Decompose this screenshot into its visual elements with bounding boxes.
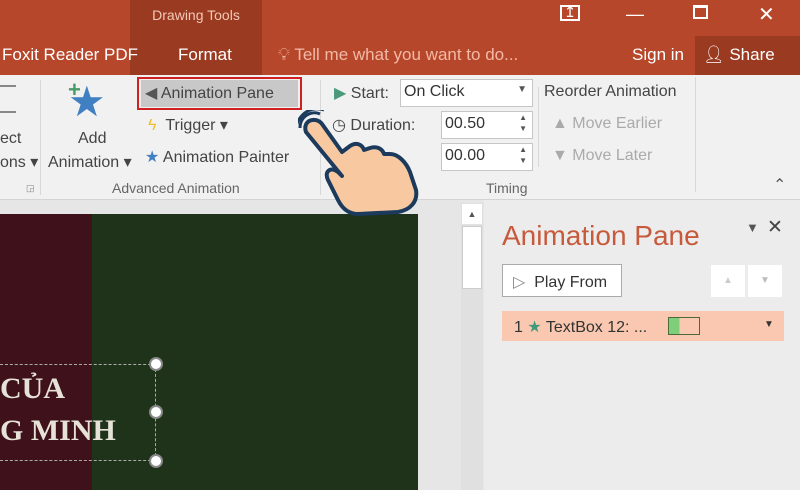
tab-format[interactable]: Format <box>178 45 232 65</box>
slide-text-line-2: G MINH <box>0 414 116 447</box>
reorder-animation-label: Reorder Animation <box>544 83 677 100</box>
item-order: 1 <box>514 319 523 336</box>
animation-pane-title: Animation Pane <box>502 220 700 251</box>
animation-pane-icon: ◀ <box>145 85 158 102</box>
pane-options-icon[interactable]: ▼ <box>746 220 759 235</box>
tell-me-search[interactable]: 💡︎ Tell me what you want to do... <box>278 45 518 65</box>
move-up-button[interactable]: ▲ <box>711 265 745 297</box>
minimize-icon[interactable]: — <box>626 4 644 25</box>
sign-in-link[interactable]: Sign in <box>632 45 684 65</box>
add-animation-button[interactable]: Animation ▾ <box>48 152 132 172</box>
divider <box>538 87 539 167</box>
lightning-icon: ϟ <box>148 117 157 134</box>
chevron-down-icon: ▼ <box>517 84 527 95</box>
slide-text-line-1: CỦA <box>0 372 65 405</box>
drawing-tools-label: Drawing Tools <box>152 7 240 23</box>
lightbulb-icon: 💡︎ <box>278 45 290 64</box>
divider <box>40 80 41 195</box>
close-icon[interactable]: ✕ <box>758 2 775 27</box>
start-dropdown[interactable]: On Click ▼ <box>400 79 533 107</box>
timing-group-label: Timing <box>486 180 528 196</box>
effect-options-label[interactable]: ect <box>0 130 21 148</box>
slide-canvas[interactable]: CỦA G MINH <box>0 214 418 490</box>
resize-handle[interactable] <box>149 357 163 371</box>
tab-foxit-reader-pdf[interactable]: Foxit Reader PDF <box>2 45 138 65</box>
animation-pane: Animation Pane ▼ ✕ ▷ Play From ▲ ▼ 1 ★ T… <box>484 200 800 490</box>
effect-options-icon <box>0 85 16 113</box>
play-icon: ▶ <box>334 85 347 102</box>
tell-me-text: Tell me what you want to do... <box>294 45 519 64</box>
animation-pane-label: Animation Pane <box>160 85 274 102</box>
move-later-button[interactable]: ▼ Move Later <box>552 147 652 165</box>
title-bar: Drawing Tools Foxit Reader PDF Format 💡︎… <box>0 0 800 75</box>
move-earlier-button[interactable]: ▲ Move Earlier <box>552 115 662 133</box>
delay-spinner[interactable]: 00.00 ▲ ▼ <box>441 143 533 171</box>
ribbon-display-options-icon[interactable]: ↥ <box>560 5 580 21</box>
add-animation-label[interactable]: Add <box>78 130 106 148</box>
close-pane-icon[interactable]: ✕ <box>767 216 783 239</box>
plus-icon: + <box>68 77 81 102</box>
resize-handle[interactable] <box>149 405 163 419</box>
animation-list-item[interactable]: 1 ★ TextBox 12: ... ▼ <box>502 311 784 341</box>
timeline-bar <box>668 317 700 335</box>
maximize-icon[interactable] <box>693 5 708 19</box>
advanced-animation-group-label: Advanced Animation <box>112 180 240 196</box>
start-label: ▶ Start: <box>334 85 389 102</box>
painter-icon: ★ <box>145 149 160 166</box>
trigger-button[interactable]: ϟ Trigger ▾ <box>148 115 228 135</box>
play-from-button[interactable]: ▷ Play From <box>502 264 622 297</box>
scroll-up-icon[interactable]: ▲ <box>462 204 482 224</box>
collapse-ribbon-icon[interactable]: ⌃ <box>773 175 786 195</box>
dialog-launcher-icon[interactable]: ◲ <box>26 183 35 194</box>
animation-pane-button[interactable]: ◀ Animation Pane <box>141 80 298 107</box>
scrollbar-thumb[interactable] <box>462 226 482 289</box>
share-label: Share <box>729 45 775 64</box>
star-effect-icon: ★ <box>527 319 542 336</box>
add-person-icon: 👤︎ <box>703 45 725 64</box>
item-label: TextBox 12: ... <box>545 319 648 336</box>
divider <box>695 77 696 192</box>
play-icon: ▷ <box>513 274 526 291</box>
move-down-button[interactable]: ▼ <box>748 265 782 297</box>
duration-spinner[interactable]: 00.50 ▲ ▼ <box>441 111 533 139</box>
effect-options-label-2[interactable]: ons ▾ <box>0 152 38 172</box>
resize-handle[interactable] <box>149 454 163 468</box>
vertical-scrollbar[interactable]: ▲ <box>461 203 483 490</box>
animation-painter-button[interactable]: ★ Animation Painter <box>145 147 289 167</box>
hand-pointer-icon <box>298 110 419 216</box>
item-dropdown-icon[interactable]: ▼ <box>764 319 774 330</box>
share-button[interactable]: 👤︎ Share <box>695 36 800 75</box>
